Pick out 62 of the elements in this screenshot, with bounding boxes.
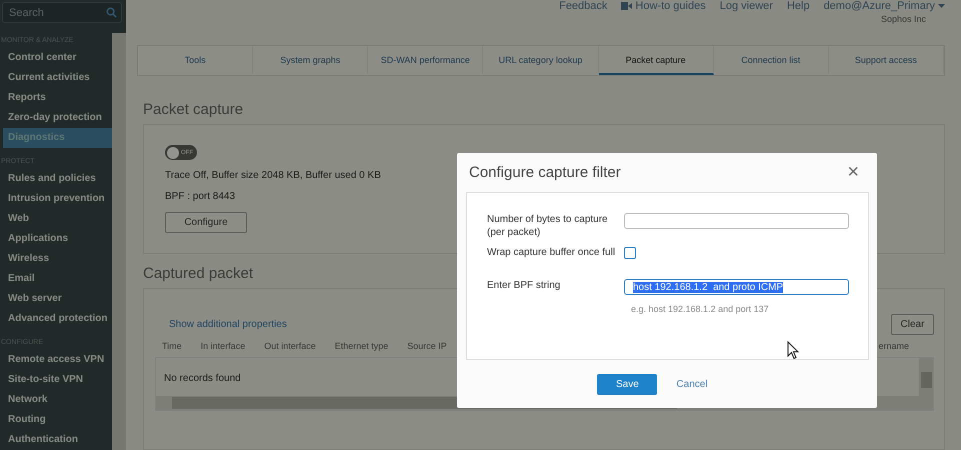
nav-item[interactable]: Email [0, 269, 112, 289]
nav-item[interactable]: Routing [0, 410, 112, 430]
top-link[interactable]: Help [786, 0, 810, 12]
nav-item[interactable]: Applications [0, 229, 112, 249]
nav-item[interactable]: Network [0, 390, 112, 410]
input-field[interactable] [624, 213, 849, 229]
scrollbar[interactable] [112, 33, 126, 450]
show-properties-link[interactable]: Show additional properties [169, 319, 287, 330]
nav-item[interactable]: Wireless [0, 249, 112, 269]
column-header: In interface [200, 341, 246, 351]
tab[interactable]: System graphs [253, 46, 368, 75]
field-label: Number of bytes to capture (per packet) [487, 213, 609, 239]
cancel-link[interactable]: Cancel [676, 378, 708, 390]
top-link[interactable]: demo@Azure_Primary [824, 0, 945, 12]
video-camera-icon [621, 2, 632, 10]
tab[interactable]: Support access [828, 46, 944, 75]
tab[interactable]: Packet capture [598, 46, 714, 75]
column-header: Source IP [407, 341, 447, 351]
bpf-text: BPF : port 8443 [165, 191, 236, 202]
nav-item[interactable]: Current activities [0, 68, 112, 88]
column-header: ername [878, 341, 909, 351]
vertical-scrollbar[interactable] [919, 358, 933, 410]
close-button[interactable]: × [847, 161, 869, 184]
tab[interactable]: SD-WAN performance [368, 46, 484, 75]
column-header: Time [162, 341, 182, 351]
top-link[interactable]: How-to guides [621, 0, 706, 12]
nav-item[interactable]: Site-to-site VPN [0, 370, 112, 390]
nav-item[interactable]: Web server [0, 289, 112, 309]
column-header: Ethernet type [334, 341, 388, 351]
nav-item[interactable]: Remote access VPN [0, 350, 112, 370]
nav-item[interactable]: Zero-day protection [0, 108, 112, 128]
checkbox[interactable] [624, 247, 636, 259]
empty-message: No records found [164, 373, 241, 384]
nav-item[interactable]: Authentication [0, 430, 112, 450]
search-icon [106, 7, 117, 18]
column-header: Out interface [264, 341, 316, 351]
search-box[interactable]: Search [2, 2, 122, 23]
search-field[interactable]: Search [9, 6, 106, 18]
field-label: Enter BPF string [487, 279, 562, 293]
caret-icon [938, 4, 945, 8]
save-button[interactable]: Save [597, 374, 658, 394]
top-link[interactable]: Feedback [559, 0, 608, 12]
nav-item[interactable]: Web [0, 209, 112, 229]
section-title: Packet capture [143, 101, 244, 118]
nav-item[interactable]: Rules and policies [0, 169, 112, 189]
input-field[interactable]: host 192.168.1.2 and proto ICMP [624, 279, 849, 295]
clear-button[interactable]: Clear [891, 314, 934, 335]
field-label: Wrap capture buffer once full [487, 246, 616, 259]
dialog-title: Configure capture filter [469, 164, 621, 181]
hint-text: e.g. host 192.168.1.2 and port 137 [630, 304, 770, 314]
nav-item[interactable]: Advanced protection [0, 309, 112, 329]
company-name: Sophos Inc [880, 14, 926, 24]
status-text: Trace Off, Buffer size 2048 KB, Buffer used 0 KB [165, 170, 381, 181]
tab[interactable]: Connection list [714, 46, 829, 75]
nav-item[interactable]: Control center [0, 48, 112, 68]
nav-item[interactable]: Reports [0, 88, 112, 108]
tab[interactable]: Tools [138, 46, 254, 75]
configure-button[interactable]: Configure [165, 212, 247, 233]
section-title: Captured packet [143, 265, 254, 282]
tab[interactable]: URL category lookup [483, 46, 599, 75]
nav-item[interactable]: Intrusion prevention [0, 189, 112, 209]
top-link[interactable]: Log viewer [720, 0, 773, 12]
